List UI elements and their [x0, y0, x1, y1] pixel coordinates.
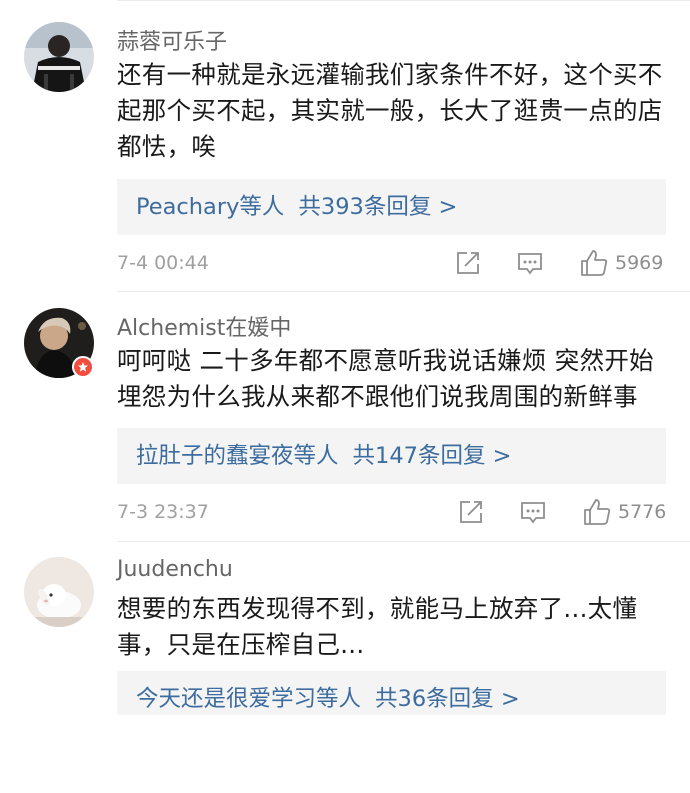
avatar[interactable] — [24, 557, 94, 627]
reply-users-suffix: 等人 — [316, 686, 362, 712]
comment-item: Juudenchu 想要的东西发现得不到，就能马上放弃了...太懂事，只是在压榨… — [0, 0, 690, 793]
reply-count[interactable]: 共36条回复 > — [375, 686, 520, 712]
comment-text: 想要的东西发现得不到，就能马上放弃了...太懂事，只是在压榨自己... — [117, 594, 638, 659]
reply-users[interactable]: 今天还是很爱学习 — [136, 686, 316, 712]
username[interactable]: Juudenchu — [117, 557, 233, 582]
reply-summary[interactable]: 今天还是很爱学习等人 共36条回复 > — [117, 671, 666, 715]
